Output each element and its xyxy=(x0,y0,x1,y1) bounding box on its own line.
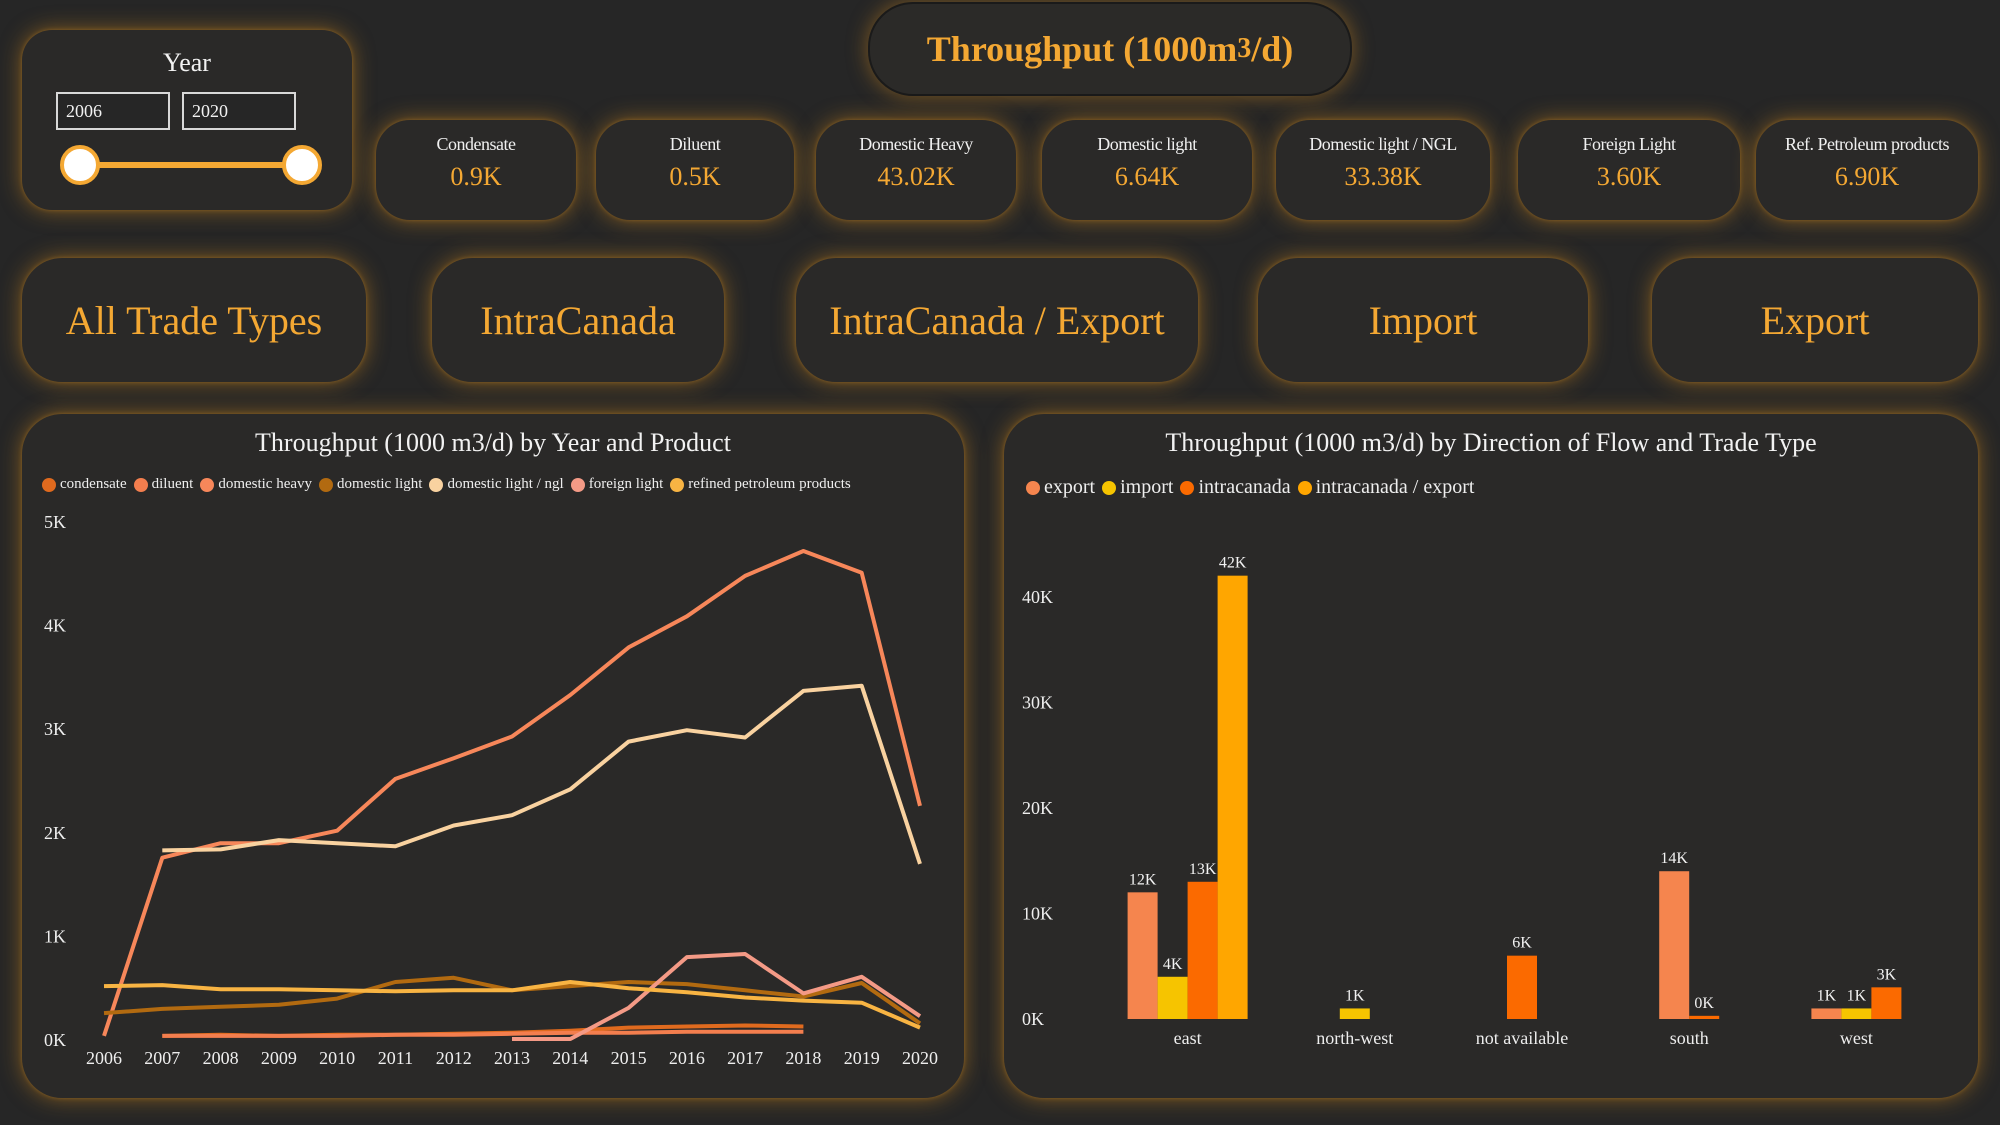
title-text-end: /d) xyxy=(1251,29,1294,69)
kpi-card-ref-petroleum-products: Ref. Petroleum products 6.90K xyxy=(1756,120,1978,220)
y-tick-label: 1K xyxy=(44,926,66,946)
bar-west-import[interactable] xyxy=(1841,1008,1872,1019)
y-tick-label: 0K xyxy=(44,1030,66,1050)
x-category-label: not available xyxy=(1476,1028,1568,1048)
x-tick-label: 2016 xyxy=(669,1048,705,1068)
title-text: Throughput (1000m xyxy=(926,29,1238,69)
title-superscript: 3 xyxy=(1237,33,1252,64)
bar-data-label: 1K xyxy=(1847,987,1867,1004)
kpi-card-domestic-heavy: Domestic Heavy 43.02K xyxy=(816,120,1016,220)
bar-data-label: 13K xyxy=(1189,861,1217,878)
trade-button-export[interactable]: Export xyxy=(1652,258,1978,382)
y-tick-label: 2K xyxy=(44,823,66,843)
kpi-value: 0.5K xyxy=(669,162,721,191)
year-slider-end-handle[interactable] xyxy=(282,145,322,185)
kpi-value: 43.02K xyxy=(877,162,955,191)
bar-north-west-import[interactable] xyxy=(1339,1008,1370,1019)
bar-data-label: 1K xyxy=(1817,987,1837,1004)
kpi-label: Diluent xyxy=(669,134,721,154)
x-tick-label: 2019 xyxy=(844,1048,880,1068)
bar-east-export[interactable] xyxy=(1127,892,1158,1019)
kpi-label: Domestic Heavy xyxy=(859,134,973,154)
kpi-card-condensate: Condensate 0.9K xyxy=(376,120,576,220)
year-slicer: Year 2006 2020 xyxy=(22,30,352,210)
kpi-card-diluent: Diluent 0.5K xyxy=(596,120,794,220)
line-series-domestic-light-ngl[interactable] xyxy=(162,683,922,865)
y-tick-label: 4K xyxy=(44,616,66,636)
bar-east-intracanada-export[interactable] xyxy=(1217,575,1248,1019)
line-series-domestic-heavy[interactable] xyxy=(102,549,922,1037)
kpi-label: Ref. Petroleum products xyxy=(1785,134,1949,154)
bar-east-intracanada[interactable] xyxy=(1187,881,1218,1019)
bar-data-label: 12K xyxy=(1129,871,1157,888)
y-tick-label: 40K xyxy=(1022,587,1053,607)
x-category-label: north-west xyxy=(1316,1028,1393,1048)
bar-not-available-intracanada[interactable] xyxy=(1507,955,1537,1019)
bar-data-label: 14K xyxy=(1660,850,1688,867)
x-tick-label: 2009 xyxy=(261,1048,297,1068)
line-chart-card: Throughput (1000 m3/d) by Year and Produ… xyxy=(22,414,964,1098)
x-tick-label: 2006 xyxy=(86,1048,122,1068)
y-tick-label: 5K xyxy=(44,512,66,532)
bar-east-import[interactable] xyxy=(1157,976,1188,1019)
trade-button-intracanada-export[interactable]: IntraCanada / Export xyxy=(796,258,1198,382)
dashboard-title: Throughput (1000m 3/d) xyxy=(868,2,1352,96)
x-tick-label: 2010 xyxy=(319,1048,355,1068)
bar-south-export[interactable] xyxy=(1659,871,1690,1019)
bar-chart-card: Throughput (1000 m3/d) by Direction of F… xyxy=(1004,414,1978,1098)
bar-chart-plot: 0K 10K 20K 30K 40K 12K 4K 13K 42K east 1K north-wes… xyxy=(1022,555,1902,1048)
year-slider-track[interactable] xyxy=(80,162,302,168)
x-tick-label: 2012 xyxy=(436,1048,472,1068)
bar-data-label: 0K xyxy=(1694,995,1714,1012)
y-tick-label: 10K xyxy=(1022,903,1053,923)
year-slicer-label: Year xyxy=(163,48,211,77)
x-tick-label: 2018 xyxy=(785,1048,821,1068)
kpi-value: 6.64K xyxy=(1114,162,1180,191)
bar-west-export[interactable] xyxy=(1811,1008,1842,1019)
y-tick-label: 0K xyxy=(1022,1009,1044,1029)
kpi-value: 3.60K xyxy=(1596,162,1662,191)
y-tick-label: 30K xyxy=(1022,692,1053,712)
x-tick-label: 2013 xyxy=(494,1048,530,1068)
bar-data-label: 6K xyxy=(1512,935,1532,952)
kpi-card-domestic-light-ngl: Domestic light / NGL 33.38K xyxy=(1276,120,1490,220)
x-tick-label: 2015 xyxy=(611,1048,647,1068)
bar-data-label: 42K xyxy=(1219,555,1247,572)
kpi-label: Foreign Light xyxy=(1582,134,1677,154)
x-tick-label: 2008 xyxy=(203,1048,239,1068)
bar-data-label: 4K xyxy=(1163,956,1183,973)
x-category-label: south xyxy=(1670,1028,1709,1048)
year-slider-start-handle[interactable] xyxy=(60,145,100,185)
x-tick-label: 2020 xyxy=(902,1048,938,1068)
kpi-label: Domestic light / NGL xyxy=(1309,134,1457,154)
x-tick-label: 2017 xyxy=(727,1048,763,1068)
y-tick-label: 20K xyxy=(1022,798,1053,818)
bar-south-intracanada[interactable] xyxy=(1689,1015,1720,1019)
kpi-label: Condensate xyxy=(436,134,516,154)
kpi-value: 33.38K xyxy=(1344,162,1422,191)
x-tick-label: 2011 xyxy=(378,1048,413,1068)
x-category-label: east xyxy=(1174,1028,1202,1048)
bar-data-label: 3K xyxy=(1877,966,1897,983)
x-category-label: west xyxy=(1840,1028,1873,1048)
kpi-value: 6.90K xyxy=(1834,162,1900,191)
trade-button-intracanada[interactable]: IntraCanada xyxy=(432,258,724,382)
bar-west-intracanada[interactable] xyxy=(1871,987,1902,1019)
year-start-input[interactable]: 2006 xyxy=(56,92,170,130)
kpi-card-foreign-light: Foreign Light 3.60K xyxy=(1518,120,1740,220)
year-end-input[interactable]: 2020 xyxy=(182,92,296,130)
kpi-label: Domestic light xyxy=(1097,134,1197,154)
kpi-value: 0.9K xyxy=(450,162,502,191)
trade-button-all[interactable]: All Trade Types xyxy=(22,258,366,382)
x-tick-label: 2014 xyxy=(552,1048,588,1068)
trade-button-import[interactable]: Import xyxy=(1258,258,1588,382)
kpi-card-domestic-light: Domestic light 6.64K xyxy=(1042,120,1252,220)
line-chart-plot: 0K 1K 2K 3K 4K 5K 2006 2007 2008 2009 2010 2011 2012… xyxy=(44,512,938,1068)
y-tick-label: 3K xyxy=(44,719,66,739)
x-tick-label: 2007 xyxy=(144,1048,180,1068)
bar-data-label: 1K xyxy=(1345,987,1365,1004)
